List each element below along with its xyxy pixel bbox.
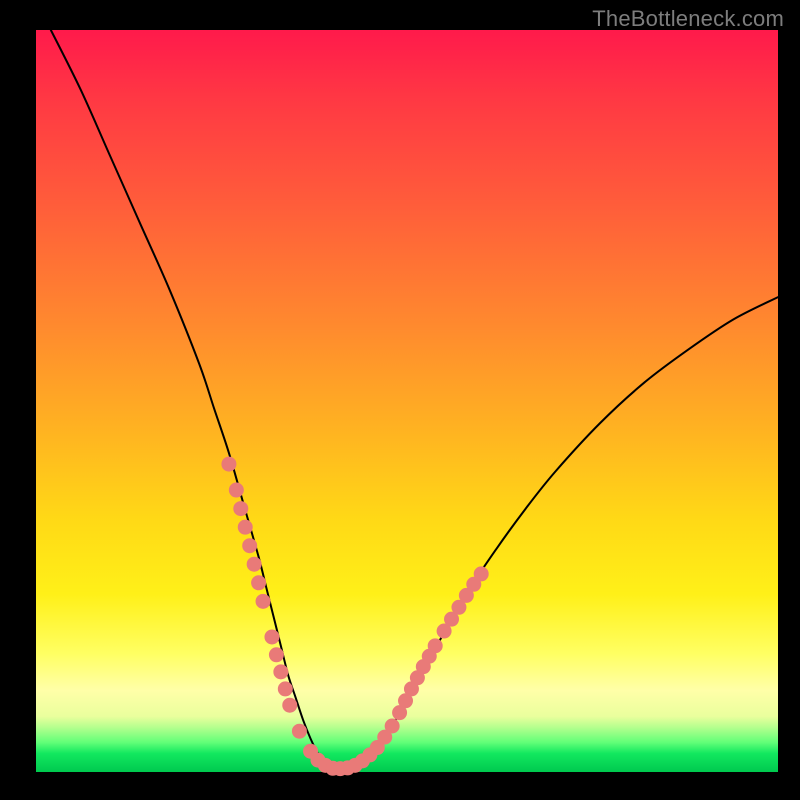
curve-markers bbox=[222, 457, 488, 776]
curve-marker bbox=[292, 724, 306, 738]
curve-marker bbox=[385, 719, 399, 733]
curve-marker bbox=[278, 682, 292, 696]
curve-marker bbox=[474, 567, 488, 581]
watermark-text: TheBottleneck.com bbox=[592, 6, 784, 32]
curve-marker bbox=[274, 665, 288, 679]
curve-marker bbox=[265, 630, 279, 644]
curve-marker bbox=[238, 520, 252, 534]
curve-marker bbox=[247, 557, 261, 571]
curve-marker bbox=[222, 457, 236, 471]
curve-marker bbox=[283, 698, 297, 712]
curve-marker bbox=[256, 594, 270, 608]
plot-area bbox=[36, 30, 778, 772]
curve-marker bbox=[243, 539, 257, 553]
curve-marker bbox=[428, 639, 442, 653]
curve-marker bbox=[269, 648, 283, 662]
bottleneck-chart bbox=[36, 30, 778, 772]
curve-marker bbox=[234, 502, 248, 516]
curve-marker bbox=[229, 483, 243, 497]
bottleneck-curve-line bbox=[51, 30, 778, 769]
outer-frame: TheBottleneck.com bbox=[0, 0, 800, 800]
curve-marker bbox=[252, 576, 266, 590]
